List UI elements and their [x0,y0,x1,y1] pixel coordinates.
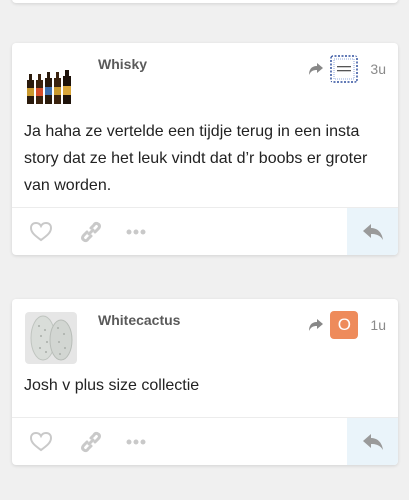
link-icon [81,221,101,243]
post-card: Whitecactus O 1u Josh v plus size collec… [12,299,398,465]
heart-icon [30,432,52,452]
username[interactable]: Whitecactus [98,312,180,328]
post-actions [12,207,398,255]
like-button[interactable] [22,208,60,255]
reply-arrow-icon[interactable] [308,62,324,76]
more-button[interactable] [117,418,155,465]
more-button[interactable] [117,208,155,255]
username[interactable]: Whisky [98,56,147,72]
post-time[interactable]: 3u [370,61,386,77]
link-icon [81,431,101,453]
user-avatar-whitecactus[interactable] [25,312,77,364]
share-link-button[interactable] [72,418,110,465]
previous-post-card [12,0,398,3]
post-body: Josh v plus size collectie [24,377,200,394]
post-time[interactable]: 1u [370,317,386,333]
reply-to-avatar[interactable]: O [330,311,359,339]
more-icon [126,229,146,235]
post-body: Ja haha ze vertelde een tijdje terug in … [24,123,368,194]
share-link-button[interactable] [72,208,110,255]
reply-button[interactable] [347,208,398,255]
reply-arrow-icon[interactable] [308,318,324,332]
like-button[interactable] [22,418,60,465]
heart-icon [30,222,52,242]
reply-icon [362,434,383,450]
post-actions [12,417,398,465]
post-meta: O 1u [308,311,386,339]
post-meta: 3u [308,55,386,83]
reply-to-avatar[interactable] [330,55,359,83]
more-icon [126,439,146,445]
reply-button[interactable] [347,418,398,465]
reply-icon [362,224,383,240]
user-avatar-whisky[interactable] [25,56,77,108]
post-card: Whisky 3u Ja haha ze vertelde een tijdje… [12,43,398,255]
